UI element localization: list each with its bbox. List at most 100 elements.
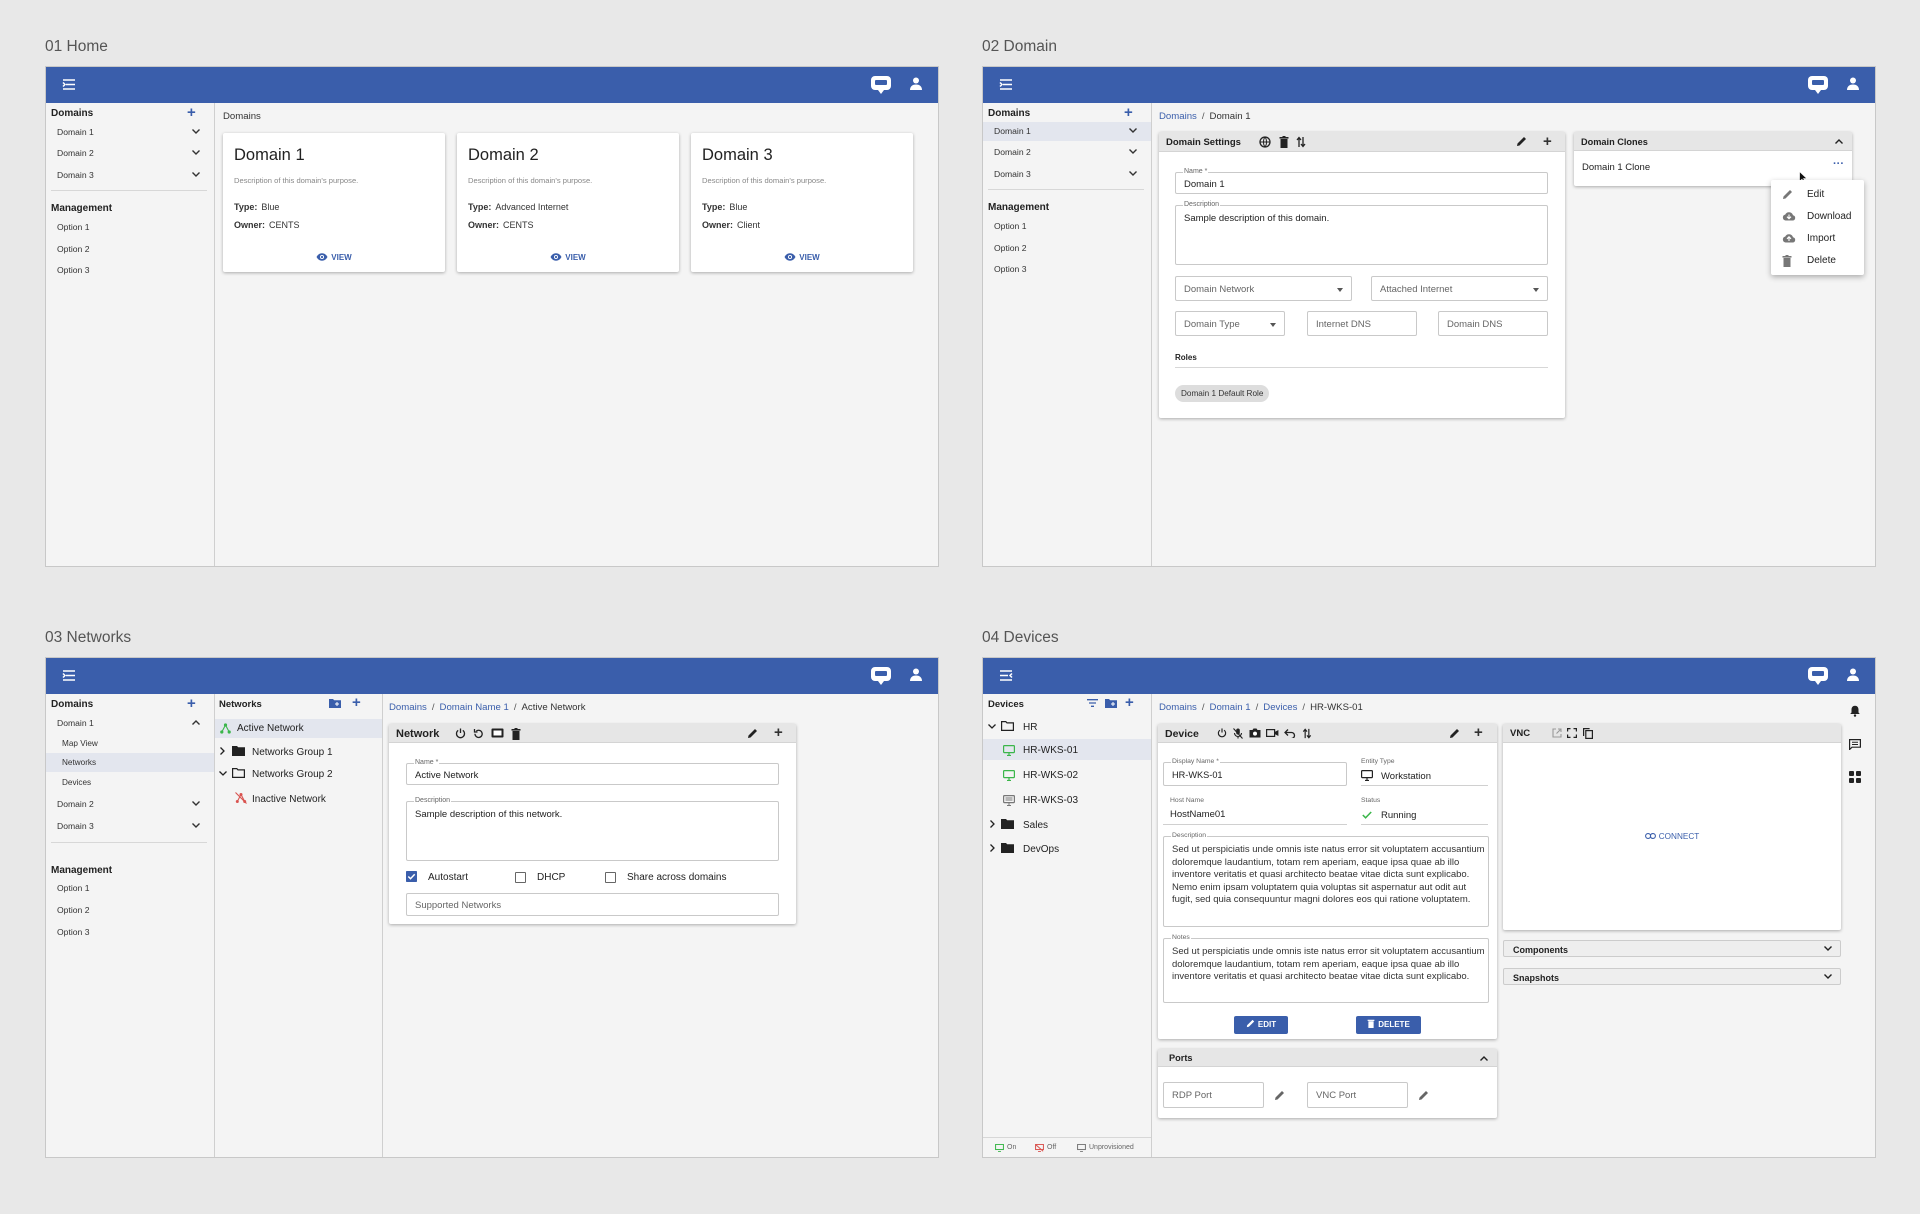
- tree-item-hr-wks-01[interactable]: HR-WKS-01: [1023, 745, 1078, 756]
- entity-type-field[interactable]: Entity Type Workstation: [1361, 758, 1488, 786]
- tree-item-networks-group-2[interactable]: Networks Group 2: [252, 769, 333, 780]
- notes-field[interactable]: Notes Sed ut perspiciatis unde omnis ist…: [1163, 934, 1489, 1003]
- restart-icon[interactable]: [473, 728, 484, 739]
- message-icon[interactable]: [1849, 739, 1861, 750]
- sidebar-item-domain-1[interactable]: Domain 1: [46, 123, 214, 142]
- new-folder-icon[interactable]: [329, 699, 341, 708]
- sidebar-item-option-3[interactable]: Option 3: [46, 261, 214, 280]
- add-domain-icon[interactable]: +: [187, 696, 196, 711]
- power-icon[interactable]: [1217, 728, 1227, 738]
- chevron-up-icon[interactable]: [192, 720, 200, 725]
- chevron-right-icon[interactable]: [220, 747, 225, 755]
- menu-close-icon[interactable]: [999, 670, 1013, 681]
- internet-dns-field[interactable]: Internet DNS: [1307, 311, 1417, 336]
- power-icon[interactable]: [455, 728, 466, 739]
- sidebar-item-option-2[interactable]: Option 2: [46, 901, 214, 920]
- sidebar-item-option-1[interactable]: Option 1: [46, 879, 214, 898]
- tree-group-devops[interactable]: DevOps: [1023, 844, 1059, 855]
- sidebar-item-domain-1[interactable]: Domain 1: [46, 714, 214, 733]
- sidebar-item-domain-1[interactable]: Domain 1: [983, 122, 1151, 141]
- domain-type-select[interactable]: Domain Type: [1175, 311, 1285, 336]
- new-folder-icon[interactable]: [1105, 699, 1117, 708]
- chat-logo-icon[interactable]: [1807, 75, 1829, 95]
- account-icon[interactable]: [1847, 77, 1859, 90]
- crumb-devices[interactable]: Devices: [1263, 702, 1297, 713]
- menu-open-icon[interactable]: [62, 670, 76, 681]
- chevron-down-icon[interactable]: [192, 823, 200, 828]
- camera-icon[interactable]: [1249, 728, 1261, 738]
- sidebar-subitem-map-view[interactable]: Map View: [46, 734, 214, 753]
- swap-vertical-icon[interactable]: [1296, 136, 1306, 148]
- view-button[interactable]: VIEW: [457, 253, 679, 262]
- tree-item-inactive-network[interactable]: Inactive Network: [252, 794, 326, 805]
- name-field[interactable]: Name * Active Network: [406, 759, 779, 785]
- snapshots-accordion[interactable]: Snapshots: [1503, 968, 1841, 985]
- clone-item[interactable]: Domain 1 Clone: [1582, 162, 1650, 173]
- chat-logo-icon[interactable]: [870, 666, 892, 686]
- description-field[interactable]: Description Sed ut perspiciatis unde omn…: [1163, 832, 1489, 927]
- sidebar-item-option-3[interactable]: Option 3: [46, 923, 214, 942]
- attached-internet-select[interactable]: Attached Internet: [1371, 276, 1548, 301]
- crumb-domain[interactable]: Domain Name 1: [440, 702, 509, 713]
- description-field[interactable]: Description Sample description of this d…: [1175, 201, 1548, 265]
- chat-logo-icon[interactable]: [870, 75, 892, 95]
- add-device-icon[interactable]: +: [1125, 695, 1134, 710]
- delete-button[interactable]: DELETE: [1356, 1016, 1421, 1034]
- account-icon[interactable]: [910, 668, 922, 681]
- chevron-down-icon[interactable]: [988, 724, 996, 729]
- edit-icon[interactable]: [1418, 1090, 1429, 1101]
- edit-icon[interactable]: [1274, 1090, 1285, 1101]
- sidebar-item-option-1[interactable]: Option 1: [46, 218, 214, 237]
- tree-item-networks-group-1[interactable]: Networks Group 1: [252, 747, 333, 758]
- sidebar-item-option-3[interactable]: Option 3: [983, 260, 1151, 279]
- share-checkbox[interactable]: [605, 872, 616, 883]
- undo-icon[interactable]: [1284, 728, 1296, 738]
- display-name-field[interactable]: Display Name * HR-WKS-01: [1163, 758, 1347, 786]
- crumb-domains[interactable]: Domains: [1159, 111, 1197, 122]
- name-field[interactable]: Name * Domain 1: [1175, 168, 1548, 194]
- chevron-right-icon[interactable]: [990, 844, 995, 852]
- menu-open-icon[interactable]: [999, 79, 1013, 90]
- description-field[interactable]: Description Sample description of this n…: [406, 797, 779, 861]
- tree-group-sales[interactable]: Sales: [1023, 820, 1048, 831]
- rdp-port-field[interactable]: RDP Port: [1163, 1082, 1264, 1108]
- sidebar-item-option-2[interactable]: Option 2: [983, 239, 1151, 258]
- tree-item-active-network[interactable]: Active Network: [237, 723, 304, 734]
- components-accordion[interactable]: Components: [1503, 940, 1841, 957]
- menu-item-download[interactable]: Download: [1807, 211, 1851, 222]
- domain-dns-field[interactable]: Domain DNS: [1438, 311, 1548, 336]
- dhcp-checkbox[interactable]: [515, 872, 526, 883]
- host-name-field[interactable]: Host Name HostName01: [1163, 797, 1347, 825]
- menu-open-icon[interactable]: [62, 79, 76, 90]
- globe-icon[interactable]: [1259, 136, 1271, 148]
- chevron-down-icon[interactable]: [192, 172, 200, 177]
- connect-button[interactable]: CONNECT: [1503, 832, 1841, 841]
- menu-item-import[interactable]: Import: [1807, 233, 1835, 244]
- add-icon[interactable]: +: [774, 725, 783, 740]
- sidebar-subitem-devices[interactable]: Devices: [46, 773, 214, 792]
- fullscreen-icon[interactable]: [1567, 728, 1577, 738]
- add-domain-icon[interactable]: +: [187, 105, 196, 120]
- crumb-domain[interactable]: Domain 1: [1210, 702, 1251, 713]
- chevron-down-icon[interactable]: [1129, 149, 1137, 154]
- edit-icon[interactable]: [1449, 728, 1460, 739]
- chevron-down-icon[interactable]: [219, 771, 227, 776]
- chevron-down-icon[interactable]: [192, 129, 200, 134]
- chat-logo-icon[interactable]: [1807, 666, 1829, 686]
- filter-icon[interactable]: [1087, 699, 1098, 707]
- mic-off-icon[interactable]: [1233, 728, 1243, 739]
- account-icon[interactable]: [1847, 668, 1859, 681]
- sidebar-item-domain-2[interactable]: Domain 2: [46, 795, 214, 814]
- supported-networks-field[interactable]: Supported Networks: [406, 893, 779, 916]
- add-network-icon[interactable]: +: [352, 695, 361, 710]
- open-external-icon[interactable]: [1552, 728, 1562, 738]
- domain-card-3[interactable]: Domain 3 Description of this domain's pu…: [691, 133, 913, 272]
- bell-icon[interactable]: [1850, 705, 1860, 717]
- sidebar-item-domain-2[interactable]: Domain 2: [983, 143, 1151, 162]
- domain-network-select[interactable]: Domain Network: [1175, 276, 1352, 301]
- add-icon[interactable]: +: [1474, 725, 1483, 740]
- video-icon[interactable]: [1266, 728, 1279, 738]
- add-domain-icon[interactable]: +: [1124, 105, 1133, 120]
- vnc-port-field[interactable]: VNC Port: [1307, 1082, 1408, 1108]
- chevron-up-icon[interactable]: [1480, 1056, 1488, 1061]
